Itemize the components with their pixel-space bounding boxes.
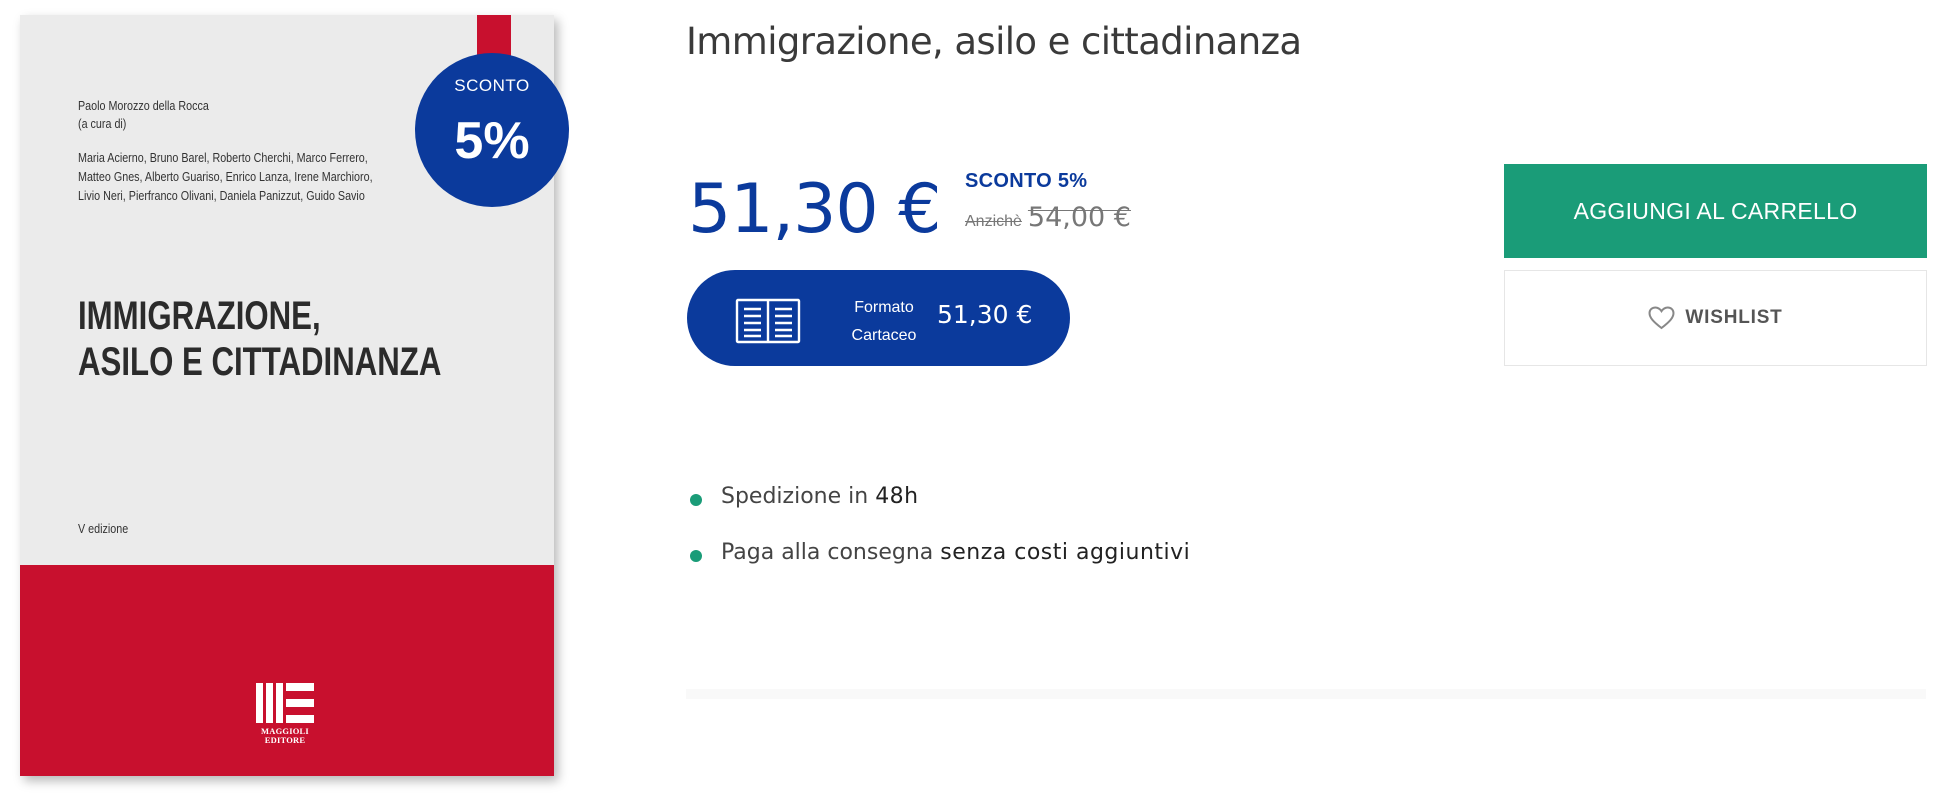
section-divider: [686, 689, 1926, 699]
cover-author-line: Matteo Gnes, Alberto Guariso, Enrico Lan…: [78, 170, 373, 184]
cover-authors: Maria Acierno, Bruno Barel, Roberto Cher…: [78, 149, 373, 206]
heart-icon: [1648, 306, 1675, 330]
format-name-line2: Cartaceo: [851, 327, 917, 344]
product-title: Immigrazione, asilo e cittadinanza: [686, 20, 1302, 63]
bullet-dot-icon: [690, 550, 702, 562]
cover-editor-name: Paolo Morozzo della Rocca: [78, 99, 209, 113]
format-name: Formato Cartaceo: [834, 294, 934, 350]
cover-title: IMMIGRAZIONE, ASILO E CITTADINANZA: [78, 293, 441, 385]
feature-highlight: 48h: [875, 484, 919, 509]
feature-shipping: Spedizione in 48h: [690, 484, 1190, 540]
add-to-cart-button[interactable]: AGGIUNGI AL CARRELLO: [1504, 164, 1927, 258]
discount-badge-value: 5%: [454, 112, 530, 170]
feature-text: Paga alla consegna: [721, 540, 941, 565]
discount-label: SCONTO 5%: [965, 170, 1088, 192]
book-icon: [735, 298, 801, 344]
publisher-name: MAGGIOLI EDITORE: [246, 727, 324, 745]
format-name-line1: Formato: [854, 299, 914, 316]
discount-badge: SCONTO 5%: [415, 53, 569, 207]
cover-edition: V edizione: [78, 522, 129, 536]
format-selector-paper[interactable]: Formato Cartaceo 51,30 €: [687, 270, 1070, 366]
cover-author-line: Maria Acierno, Bruno Barel, Roberto Cher…: [78, 151, 368, 165]
old-price-prefix: Anzichè: [965, 213, 1022, 230]
feature-text: Spedizione in: [721, 484, 876, 509]
cover-title-line: IMMIGRAZIONE,: [78, 294, 321, 338]
cover-author-line: Livio Neri, Pierfranco Olivani, Daniela …: [78, 189, 365, 203]
format-price: 51,30 €: [937, 300, 1033, 329]
discount-badge-label: SCONTO: [454, 76, 530, 95]
bullet-dot-icon: [690, 494, 702, 506]
wishlist-button[interactable]: WISHLIST: [1504, 270, 1927, 366]
feature-payment: Paga alla consegna senza costi aggiuntiv…: [690, 540, 1190, 596]
old-price-amount: 54,00 €: [1027, 202, 1131, 233]
wishlist-label: WISHLIST: [1685, 307, 1783, 328]
old-price: Anzichè 54,00 €: [965, 202, 1131, 233]
feature-highlight: senza costi aggiuntivi: [940, 540, 1191, 565]
features-list: Spedizione in 48h Paga alla consegna sen…: [690, 484, 1190, 596]
publisher-name-line: EDITORE: [264, 735, 306, 745]
cover-editor: Paolo Morozzo della Rocca (a cura di): [78, 97, 209, 133]
current-price: 51,30 €: [688, 170, 942, 249]
cover-title-line: ASILO E CITTADINANZA: [78, 340, 442, 384]
cover-editor-role: (a cura di): [78, 117, 127, 131]
